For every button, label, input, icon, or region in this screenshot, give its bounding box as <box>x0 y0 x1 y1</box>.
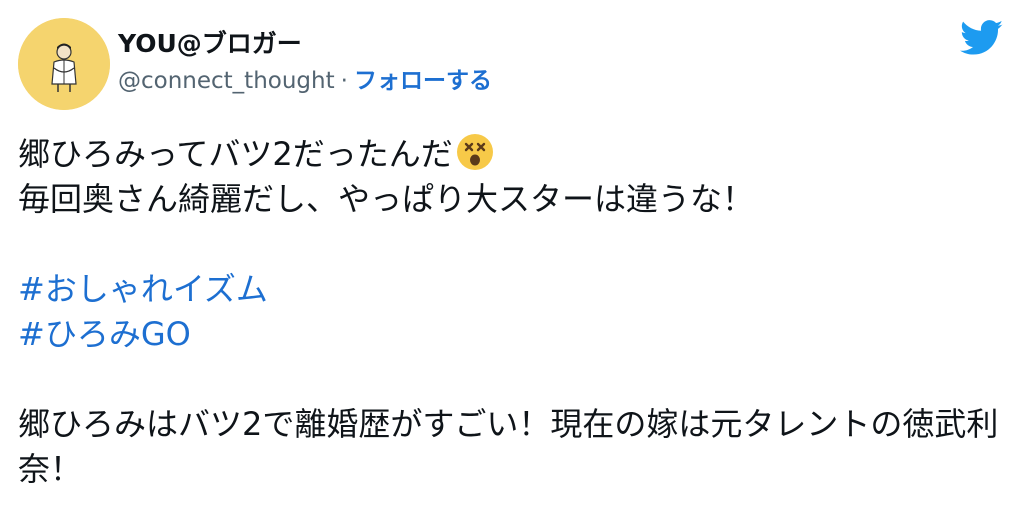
tweet-line-3: 郷ひろみはバツ2で離婚歴がすごい！現在の嫁は元タレントの徳武利奈！ <box>18 405 999 488</box>
user-handle[interactable]: @connect_thought <box>118 68 335 94</box>
display-name[interactable]: YOU@ブロガー <box>118 28 492 60</box>
hashtag-link[interactable]: #ひろみGO <box>18 315 191 353</box>
tweet-embed: YOU@ブロガー @connect_thought · フォローする 郷ひろみってバ… <box>0 0 1024 512</box>
tweet-line-2: 毎回奥さん綺麗だし、やっぱり大スターは違うな！ <box>18 180 755 218</box>
dizzy-face-emoji-icon <box>456 134 493 170</box>
handle-row: @connect_thought · フォローする <box>118 66 492 96</box>
tweet-body: 郷ひろみってバツ2だったんだ 毎回奥さん綺麗だし、やっぱり大スターは違うな！ #… <box>18 132 1008 492</box>
hashtag-line-2: #ひろみGO <box>18 312 1008 357</box>
twitter-bird-icon[interactable] <box>960 20 1004 56</box>
hashtag-link[interactable]: #おしゃれイズム <box>18 270 268 308</box>
avatar[interactable] <box>18 18 110 110</box>
tweet-text-line-1: 郷ひろみってバツ2だったんだ <box>18 135 453 173</box>
hashtag-line-1: #おしゃれイズム <box>18 267 1008 312</box>
follow-link[interactable]: フォローする <box>354 68 492 94</box>
separator-dot: · <box>340 68 348 94</box>
avatar-person-illustration <box>18 18 110 110</box>
user-info: YOU@ブロガー @connect_thought · フォローする <box>118 28 492 96</box>
tweet-line-1: 郷ひろみってバツ2だったんだ <box>18 132 1008 177</box>
